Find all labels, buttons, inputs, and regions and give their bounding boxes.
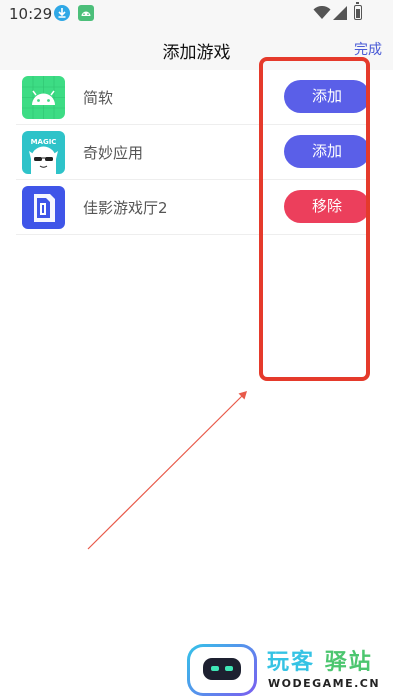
watermark-brand: 玩客 驿站 [267,650,373,675]
robot-logo-icon [187,644,257,696]
watermark-logo: 玩客 驿站 WODEGAME.CN [187,642,393,699]
watermark-domain: WODEGAME.CN [268,677,381,690]
annotation-arrow [87,391,247,550]
